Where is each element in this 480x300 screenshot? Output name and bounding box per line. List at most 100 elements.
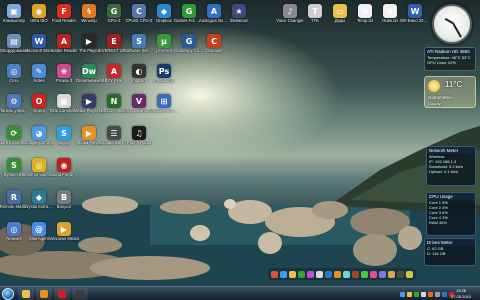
dock-app-icon[interactable] xyxy=(370,270,377,278)
desktop-icon[interactable]: GGameSpy Comrade xyxy=(174,34,204,54)
desktop-icon[interactable]: ▶ Windows Media xyxy=(49,222,79,242)
tray-icon[interactable] xyxy=(435,291,440,297)
desktop-icon[interactable]: F Foxit Reader xyxy=(52,4,76,24)
desktop-icon[interactable]: @ Mail Agent xyxy=(27,222,51,242)
desktop-icon[interactable]: ▦ Total Commander xyxy=(49,94,79,114)
desktop-icon[interactable]: G GPU-Z xyxy=(102,4,126,24)
desktop-icon[interactable]: S System.INI xyxy=(2,158,26,178)
weather-gadget[interactable]: 11°C Gidrometeo... Cloudy xyxy=(424,76,476,108)
desktop-icon[interactable]: C CCleaner xyxy=(202,34,226,54)
desktop-icon[interactable]: ❀ Picasa 3 xyxy=(52,64,76,84)
desktop-icon[interactable]: ✎ Notes xyxy=(27,64,51,84)
desktop-icon[interactable]: W Microsoft Word xyxy=(25,34,53,54)
tray-icon[interactable] xyxy=(407,291,412,297)
network-meter-gadget[interactable]: Network Meter Wireless IP: 192.168.1.3 D… xyxy=(426,146,476,186)
taskbar-pinned-media-player[interactable] xyxy=(36,288,52,300)
tray-icon[interactable] xyxy=(428,291,433,297)
desktop-icon[interactable]: ◕ Google Chrome xyxy=(24,126,54,146)
desktop-icon[interactable]: ☰Сервисный центр xyxy=(99,126,129,146)
desktop-icon[interactable]: ▶Media Player Classic xyxy=(74,94,104,114)
desktop-icon[interactable]: Dw Dreamweaver xyxy=(76,64,102,84)
desktop-icon[interactable]: A Adobe Reader xyxy=(50,34,78,54)
desktop-icon[interactable]: S Software Service xyxy=(124,34,154,54)
desktop-icon[interactable]: C CPUID CPU-Z xyxy=(126,4,153,24)
desktop-icon[interactable]: ◆ Crystal Extractor xyxy=(24,190,54,210)
desktop-icon[interactable]: ◎ Network xyxy=(2,222,26,242)
desktop-icon[interactable]: ★ Stellarium xyxy=(227,4,251,24)
drives-meter-gadget[interactable]: Drives Meter C: 62 GB D: 118 GB xyxy=(424,238,476,266)
dock-app-icon[interactable] xyxy=(397,270,404,278)
drives-gadget-line: D: 118 GB xyxy=(427,251,446,256)
taskbar-clock[interactable]: 19:26 27.05.2010 xyxy=(447,288,475,299)
dock-app-icon[interactable] xyxy=(325,270,332,278)
dock-app-icon[interactable] xyxy=(271,270,278,278)
cpu-usage-gadget[interactable]: CPU Usage Core 1 9% Core 2 4% Core 3 6% … xyxy=(426,192,476,236)
app-icon: ✎ xyxy=(32,64,46,78)
dock-app-icon[interactable] xyxy=(316,270,323,278)
desktop-icon[interactable]: ϟ Winamp xyxy=(77,4,101,24)
desktop-icon[interactable]: ◎Internet Video Conv xyxy=(24,158,54,178)
app-icon: ❀ xyxy=(57,64,71,78)
dock-app-icon[interactable] xyxy=(343,270,350,278)
dock-app-icon[interactable] xyxy=(307,270,314,278)
app-icon: ▶ xyxy=(82,126,96,140)
taskbar-pinned-opera[interactable] xyxy=(54,288,70,300)
desktop-icon[interactable]: V VSO Downloader xyxy=(124,94,154,114)
desktop-icon-label: Windows Media xyxy=(49,237,79,241)
desktop-icon[interactable]: ◉ Ultra ISO xyxy=(27,4,51,24)
desktop-icon[interactable]: AAuslogics BoostSpeed xyxy=(199,4,229,24)
desktop-icon[interactable]: ≡ Temp.txt xyxy=(353,4,377,24)
dock-app-icon[interactable] xyxy=(280,270,287,278)
desktop-icon[interactable]: ≡ Hubs.txt xyxy=(378,4,402,24)
desktop-icon[interactable]: ◆ Dropbox xyxy=(152,4,176,24)
desktop-icon[interactable]: ⟳Центр обновления xyxy=(0,126,29,146)
desktop-icon[interactable]: O Opera xyxy=(27,94,51,114)
desktop-icon[interactable]: ▤ Оборудование xyxy=(0,34,28,54)
desktop-icon[interactable]: S Skype xyxy=(52,126,76,146)
taskbar-pinned-winamp[interactable] xyxy=(72,288,88,300)
desktop-icon[interactable]: T TTK xyxy=(303,4,327,24)
desktop-icon[interactable]: ♪ Voice Changer xyxy=(276,4,304,24)
desktop-icon[interactable]: N NOD32 Antivirus xyxy=(99,94,129,114)
dock-app-icon[interactable] xyxy=(298,270,305,278)
tray-icon[interactable] xyxy=(414,291,419,297)
app-icon: ⊞ xyxy=(157,94,171,108)
dock-app-icon[interactable] xyxy=(388,270,395,278)
dock-app-icon[interactable] xyxy=(361,270,368,278)
dock-app-icon[interactable] xyxy=(352,270,359,278)
app-icon: ◎ xyxy=(7,222,21,236)
weather-sun-icon xyxy=(428,80,440,92)
start-button[interactable] xyxy=(2,288,14,300)
clock-gadget[interactable] xyxy=(432,4,472,44)
desktop-icon[interactable]: ▶ Media Player xyxy=(77,126,101,146)
desktop-icon[interactable]: ▭ Деды xyxy=(328,4,352,24)
desktop-icon[interactable]: R Remote Master xyxy=(0,190,28,210)
desktop-icon[interactable]: ⊞Windows 8.0 Start Panel xyxy=(149,94,179,114)
tray-icon[interactable] xyxy=(421,291,426,297)
app-icon: ▶ xyxy=(82,34,96,48)
desktop-icon[interactable]: WGift-Band 2010.doc xyxy=(400,4,430,24)
desktop-icon[interactable]: Ps Photoshop xyxy=(152,64,176,84)
desktop-icon[interactable]: GGames For Windows xyxy=(174,4,204,24)
dock-app-icon[interactable] xyxy=(289,270,296,278)
dock-app-icon[interactable] xyxy=(334,270,341,278)
dock-app-icon[interactable] xyxy=(379,270,386,278)
gpu-monitor-gadget[interactable]: ATI Radeon HD 4850 Temperature: 46°C 53°… xyxy=(424,47,476,71)
desktop-wallpaper: ▣ Компьютер ◉ Ultra ISO F Foxit Reader ϟ Winamp… xyxy=(0,0,480,300)
desktop-icon[interactable]: ♫ Play X Radio xyxy=(127,126,151,146)
desktop-icon[interactable]: B Bonjour xyxy=(52,190,76,210)
desktop-icon[interactable]: ◉ Sound Forge Pro xyxy=(49,158,79,178)
tray-icon[interactable] xyxy=(400,291,405,297)
taskbar-pinned-explorer[interactable] xyxy=(18,288,34,300)
desktop-icon[interactable]: ◐ ImgBurn xyxy=(127,64,151,84)
desktop-icon[interactable]: ⚙Панель управления xyxy=(0,94,29,114)
weather-city: Gidrometeo... xyxy=(428,95,456,100)
desktop-icon[interactable]: ▶ The Player xyxy=(77,34,101,54)
desktop-icon[interactable]: EEVEREST Ultimate xyxy=(99,34,129,54)
desktop-icon[interactable]: AABBYY FineReader xyxy=(99,64,129,84)
desktop-icon[interactable]: ▣ Компьютер xyxy=(2,4,26,24)
dock-app-icon[interactable] xyxy=(406,270,413,278)
folder-icon xyxy=(22,290,30,298)
desktop-icon[interactable]: ◎ Сеть xyxy=(2,64,26,84)
desktop-icon[interactable]: µ µTorrent xyxy=(152,34,176,54)
